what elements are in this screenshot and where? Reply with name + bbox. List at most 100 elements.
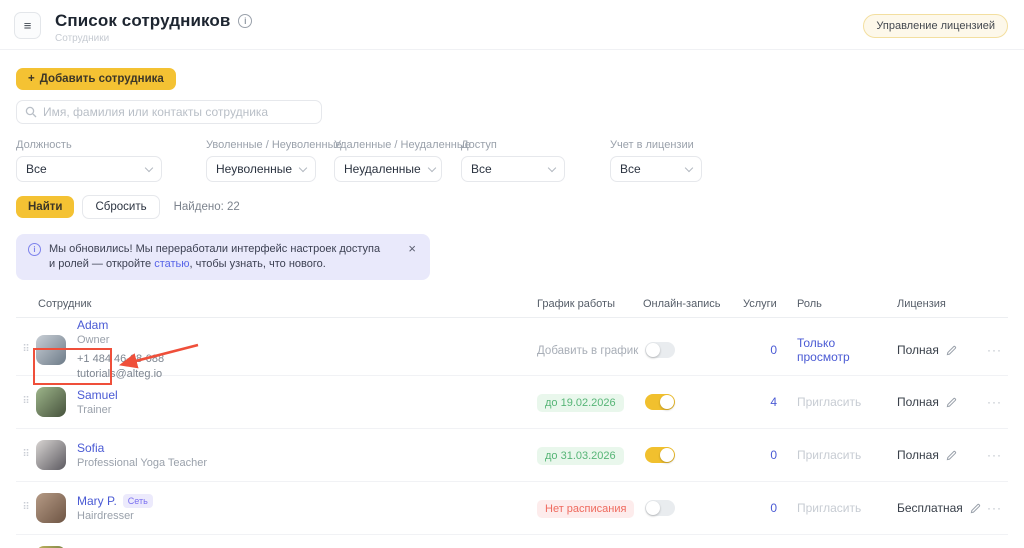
chevron-down-icon	[145, 163, 153, 171]
employee-name-link[interactable]: Samuel	[77, 388, 118, 402]
col-online-booking: Онлайн-запись	[643, 298, 743, 310]
filter-deleted: Удаленные / Неудаленные Неудаленные	[334, 139, 461, 182]
employee-cell: Adam Owner +1 484 46-08-088tutorials@alt…	[36, 318, 537, 382]
services-count-link[interactable]: 0	[743, 448, 777, 462]
drag-handle-icon[interactable]: ⠿	[16, 397, 36, 407]
license-cell: Полная	[887, 448, 977, 462]
table-row: ⠿ Samuel Trainer до 19.02.2026 4 Приглас…	[16, 376, 1008, 429]
employees-table: Сотрудник График работы Онлайн-запись Ус…	[16, 290, 1008, 548]
search-field[interactable]	[16, 100, 322, 124]
employee-name-link[interactable]: Mary P.	[77, 494, 117, 508]
avatar[interactable]	[36, 387, 66, 417]
chevron-down-icon	[548, 163, 556, 171]
avatar[interactable]	[36, 440, 66, 470]
schedule-status-badge: до 19.02.2026	[537, 394, 624, 412]
reset-button[interactable]: Сбросить	[82, 195, 159, 219]
role-cell: Пригласить	[777, 448, 887, 462]
services-count-link[interactable]: 0	[743, 501, 777, 515]
avatar[interactable]	[36, 335, 66, 365]
search-input[interactable]	[43, 105, 313, 119]
add-to-schedule-link[interactable]: Добавить в график	[537, 345, 638, 357]
col-employee: Сотрудник	[36, 298, 537, 310]
hamburger-icon: ≡	[24, 18, 32, 33]
chevron-down-icon	[299, 163, 307, 171]
schedule-status-badge: до 31.03.2026	[537, 447, 624, 465]
top-bar: ≡ Список сотрудников i Сотрудники Управл…	[0, 0, 1024, 50]
info-icon[interactable]: i	[238, 14, 252, 28]
license-cell: Полная	[887, 343, 977, 357]
filter-dismissed-select[interactable]: Неуволенные	[206, 156, 316, 182]
hamburger-menu-button[interactable]: ≡	[14, 12, 41, 39]
chevron-down-icon	[427, 163, 435, 171]
filter-position-select[interactable]: Все	[16, 156, 162, 182]
online-booking-toggle[interactable]	[645, 447, 675, 463]
col-schedule: График работы	[537, 298, 643, 310]
find-button[interactable]: Найти	[16, 196, 74, 218]
filter-license-select[interactable]: Все	[610, 156, 702, 182]
avatar[interactable]	[36, 493, 66, 523]
breadcrumb: Сотрудники	[55, 33, 252, 44]
role-cell: Пригласить	[777, 395, 887, 409]
license-label: Полная	[897, 343, 939, 357]
banner-close-icon[interactable]: ×	[408, 242, 416, 255]
schedule-cell: до 31.03.2026	[537, 446, 643, 465]
filter-access-value: Все	[471, 162, 492, 176]
banner-info-icon: i	[28, 243, 41, 256]
employee-name-link[interactable]: Sofia	[77, 441, 104, 455]
role-link[interactable]: Только просмотр	[797, 336, 850, 364]
employee-position: Owner	[77, 334, 164, 346]
employee-cell: Mary P. Сеть Hairdresser	[36, 493, 537, 523]
services-count-link[interactable]: 0	[743, 343, 777, 357]
schedule-status-badge: Нет расписания	[537, 500, 634, 518]
filter-deleted-select[interactable]: Неудаленные	[334, 156, 442, 182]
row-menu-icon[interactable]: ···	[977, 343, 1008, 357]
services-count-link[interactable]: 4	[743, 395, 777, 409]
edit-pencil-icon[interactable]	[946, 345, 957, 356]
schedule-cell: Нет расписания	[537, 499, 643, 518]
filter-deleted-value: Неудаленные	[344, 162, 421, 176]
table-header-row: Сотрудник График работы Онлайн-запись Ус…	[16, 290, 1008, 318]
col-role: Роль	[777, 298, 887, 310]
title-block: Список сотрудников i Сотрудники	[55, 11, 252, 44]
role-cell: Только просмотр	[777, 336, 887, 364]
online-booking-cell	[643, 394, 743, 410]
filter-dismissed-label: Уволенные / Неуволенные	[206, 139, 334, 151]
banner-article-link[interactable]: статью	[154, 258, 189, 270]
col-license: Лицензия	[887, 298, 977, 310]
employee-position: Hairdresser	[77, 510, 153, 522]
drag-handle-icon[interactable]: ⠿	[16, 503, 36, 513]
chevron-down-icon	[685, 163, 693, 171]
search-actions-row: Найти Сбросить Найдено: 22	[16, 195, 1008, 219]
filter-license: Учет в лицензии Все	[610, 139, 702, 182]
online-booking-toggle[interactable]	[645, 394, 675, 410]
employee-phone: +1 484 46-08-088	[77, 352, 164, 367]
drag-handle-icon[interactable]: ⠿	[16, 345, 36, 355]
add-employee-button[interactable]: + Добавить сотрудника	[16, 68, 176, 90]
role-link[interactable]: Пригласить	[797, 501, 861, 515]
online-booking-cell	[643, 342, 743, 358]
table-row: ⠿ Adam Trainer до 04.02.2026 80 Пригласи…	[16, 535, 1008, 548]
drag-handle-icon[interactable]: ⠿	[16, 450, 36, 460]
online-booking-toggle[interactable]	[645, 342, 675, 358]
table-row: ⠿ Mary P. Сеть Hairdresser Нет расписани…	[16, 482, 1008, 535]
row-menu-icon[interactable]: ···	[977, 395, 1008, 409]
filter-dismissed-value: Неуволенные	[216, 162, 292, 176]
row-menu-icon[interactable]: ···	[977, 448, 1008, 462]
row-menu-icon[interactable]: ···	[977, 501, 1008, 515]
plus-icon: +	[28, 73, 35, 85]
online-booking-toggle[interactable]	[645, 500, 675, 516]
role-link[interactable]: Пригласить	[797, 448, 861, 462]
license-label: Полная	[897, 395, 939, 409]
table-row: ⠿ Adam Owner +1 484 46-08-088tutorials@a…	[16, 318, 1008, 376]
edit-pencil-icon[interactable]	[946, 450, 957, 461]
manage-license-button[interactable]: Управление лицензией	[863, 14, 1008, 38]
employee-name-link[interactable]: Adam	[77, 318, 108, 332]
role-link[interactable]: Пригласить	[797, 395, 861, 409]
col-services: Услуги	[743, 298, 777, 310]
schedule-cell: Добавить в график	[537, 341, 643, 359]
edit-pencil-icon[interactable]	[946, 397, 957, 408]
page-title: Список сотрудников	[55, 11, 230, 31]
online-booking-cell	[643, 500, 743, 516]
filter-access-select[interactable]: Все	[461, 156, 565, 182]
filter-access: Доступ Все	[461, 139, 610, 182]
